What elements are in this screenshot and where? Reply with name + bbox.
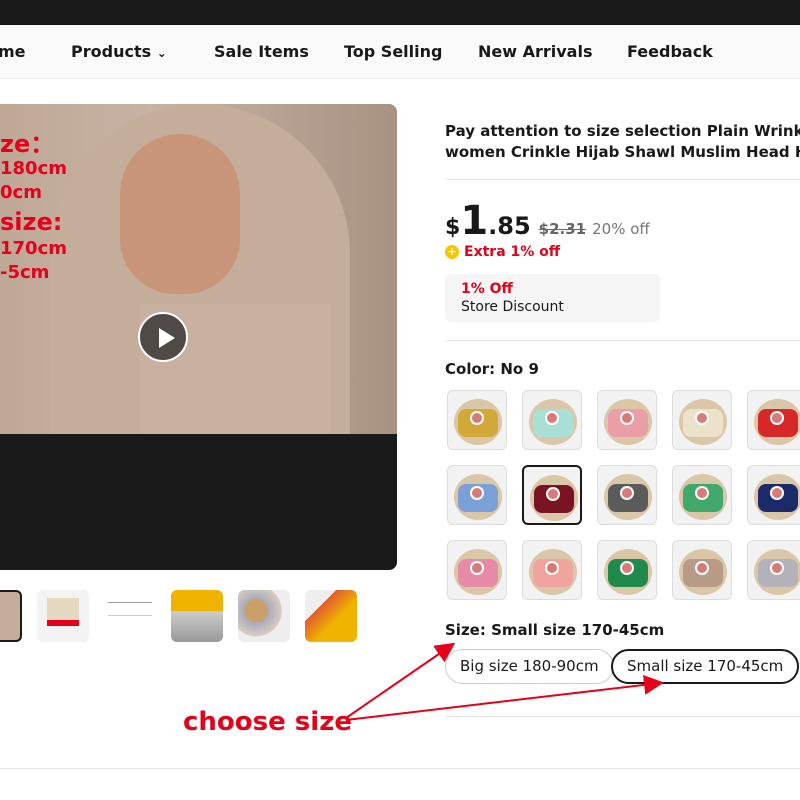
annotation-text: choose size <box>183 707 352 737</box>
arrow-to-big-size <box>345 642 456 719</box>
annotation-arrows <box>345 642 664 721</box>
arrow-to-small-size <box>345 674 664 721</box>
